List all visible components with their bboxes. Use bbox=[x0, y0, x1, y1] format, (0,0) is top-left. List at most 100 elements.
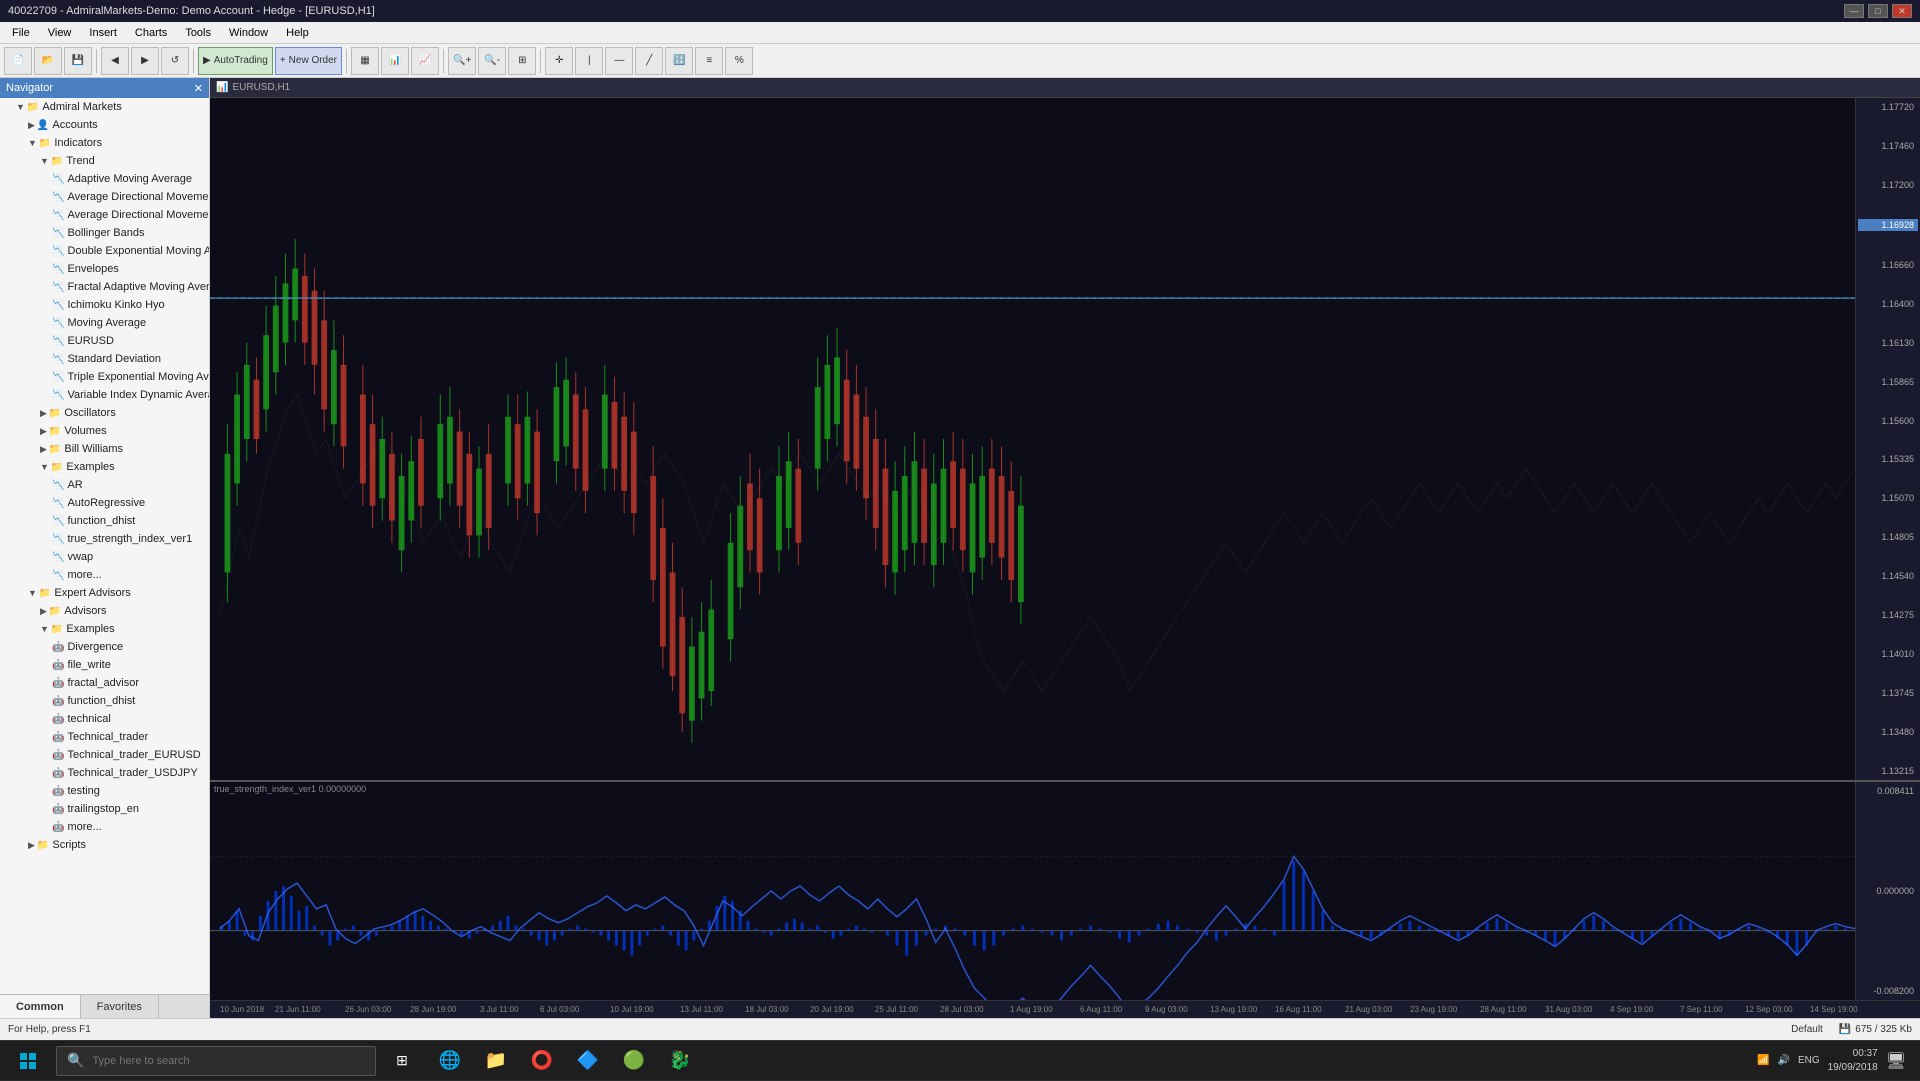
tb-zoom-in[interactable]: 🔍+ bbox=[448, 47, 476, 75]
nav-testing[interactable]: 🤖 testing bbox=[0, 782, 209, 800]
nav-envelopes[interactable]: 📉 Envelopes bbox=[0, 260, 209, 278]
price-chart[interactable]: 1.17720 1.17460 1.17200 1.16928 1.16660 … bbox=[210, 98, 1920, 780]
nav-adaptive-ma[interactable]: 📉 Adaptive Moving Average bbox=[0, 170, 209, 188]
time-label-13: 1 Aug 19:00 bbox=[1010, 1005, 1053, 1014]
tb-more2[interactable]: ≡ bbox=[695, 47, 723, 75]
nav-technical-trader[interactable]: 🤖 Technical_trader bbox=[0, 728, 209, 746]
nav-fractal-advisor[interactable]: 🤖 fractal_advisor bbox=[0, 674, 209, 692]
price-1.16130: 1.16130 bbox=[1858, 338, 1918, 348]
nav-vwap[interactable]: 📉 vwap bbox=[0, 548, 209, 566]
nav-frama-label: Fractal Adaptive Moving Averag bbox=[67, 281, 209, 293]
taskbar-app5[interactable]: 🟢 bbox=[612, 1041, 656, 1081]
nav-divergence[interactable]: 🤖 Divergence bbox=[0, 638, 209, 656]
tb-percent[interactable]: % bbox=[725, 47, 753, 75]
nav-volumes[interactable]: ▶ 📁 Volumes bbox=[0, 422, 209, 440]
time-scale: 10 Jun 2018 21 Jun 11:00 26 Jun 03:00 28… bbox=[210, 1000, 1920, 1018]
taskbar-explorer[interactable]: 📁 bbox=[474, 1041, 518, 1081]
menu-file[interactable]: File bbox=[4, 25, 38, 41]
tb-new[interactable]: 📄 bbox=[4, 47, 32, 75]
minimize-button[interactable]: — bbox=[1844, 4, 1864, 18]
tb-forward[interactable]: ▶ bbox=[131, 47, 159, 75]
nav-admiral-markets[interactable]: ▼ 📁 Admiral Markets bbox=[0, 98, 209, 116]
nav-expert-advisors[interactable]: ▼ 📁 Expert Advisors bbox=[0, 584, 209, 602]
menu-window[interactable]: Window bbox=[221, 25, 276, 41]
nav-stddev[interactable]: 📉 Standard Deviation bbox=[0, 350, 209, 368]
nav-frama[interactable]: 📉 Fractal Adaptive Moving Averag bbox=[0, 278, 209, 296]
nav-tab-favorites[interactable]: Favorites bbox=[81, 995, 159, 1018]
tb-line[interactable]: 📈 bbox=[411, 47, 439, 75]
nav-billwilliams[interactable]: ▶ 📁 Bill Williams bbox=[0, 440, 209, 458]
nav-ma[interactable]: 📉 Moving Average bbox=[0, 314, 209, 332]
tb-refresh[interactable]: ↺ bbox=[161, 47, 189, 75]
tb-hline[interactable]: — bbox=[605, 47, 633, 75]
search-input[interactable] bbox=[92, 1055, 365, 1067]
nav-more-ind[interactable]: 📉 more... bbox=[0, 566, 209, 584]
close-button[interactable]: ✕ bbox=[1892, 4, 1912, 18]
tb-save[interactable]: 💾 bbox=[64, 47, 92, 75]
nav-file-write[interactable]: 🤖 file_write bbox=[0, 656, 209, 674]
taskbar-app6[interactable]: 🐉 bbox=[658, 1041, 702, 1081]
nav-oscillators[interactable]: ▶ 📁 Oscillators bbox=[0, 404, 209, 422]
tb-candle[interactable]: 📊 bbox=[381, 47, 409, 75]
nav-tab-common[interactable]: Common bbox=[0, 995, 81, 1018]
nav-indicators[interactable]: ▼ 📁 Indicators bbox=[0, 134, 209, 152]
nav-autoregressive[interactable]: 📉 AutoRegressive bbox=[0, 494, 209, 512]
tb-zoom-out[interactable]: 🔍- bbox=[478, 47, 506, 75]
nav-trailingstop[interactable]: 🤖 trailingstop_en bbox=[0, 800, 209, 818]
taskbar-ie[interactable]: 🌐 bbox=[428, 1041, 472, 1081]
tb-grid[interactable]: ⊞ bbox=[508, 47, 536, 75]
tb-period[interactable]: | bbox=[575, 47, 603, 75]
taskbar-app4[interactable]: 🔷 bbox=[566, 1041, 610, 1081]
tb-crosshair[interactable]: ✛ bbox=[545, 47, 573, 75]
menu-help[interactable]: Help bbox=[278, 25, 317, 41]
nav-adx1[interactable]: 📉 Average Directional Movement I bbox=[0, 188, 209, 206]
nav-ichimoku[interactable]: 📉 Ichimoku Kinko Hyo bbox=[0, 296, 209, 314]
nav-accounts[interactable]: ▶ 👤 Accounts bbox=[0, 116, 209, 134]
nav-scripts[interactable]: ▶ 📁 Scripts bbox=[0, 836, 209, 854]
taskbar-search[interactable]: 🔍 bbox=[56, 1046, 376, 1076]
nav-adx2[interactable]: 📉 Average Directional Movement I bbox=[0, 206, 209, 224]
maximize-button[interactable]: □ bbox=[1868, 4, 1888, 18]
nav-dema[interactable]: 📉 Double Exponential Moving Aver bbox=[0, 242, 209, 260]
nav-tema[interactable]: 📉 Triple Exponential Moving Avera bbox=[0, 368, 209, 386]
navigator-close-icon[interactable]: ✕ bbox=[194, 82, 203, 95]
taskview-button[interactable]: ⊞ bbox=[380, 1041, 424, 1081]
nav-tsi[interactable]: 📉 true_strength_index_ver1 bbox=[0, 530, 209, 548]
menu-insert[interactable]: Insert bbox=[81, 25, 125, 41]
nav-vida[interactable]: 📉 Variable Index Dynamic Average bbox=[0, 386, 209, 404]
tb-bar[interactable]: ▦ bbox=[351, 47, 379, 75]
tray-notification[interactable]: 🖥 bbox=[1886, 1051, 1906, 1071]
nav-technical[interactable]: 🤖 technical bbox=[0, 710, 209, 728]
time-label-15: 9 Aug 03:00 bbox=[1145, 1005, 1188, 1014]
tb-trendline[interactable]: ╱ bbox=[635, 47, 663, 75]
nav-trend[interactable]: ▼ 📁 Trend bbox=[0, 152, 209, 170]
nav-bollinger[interactable]: 📉 Bollinger Bands bbox=[0, 224, 209, 242]
nav-ea-function-dhist[interactable]: 🤖 function_dhist bbox=[0, 692, 209, 710]
status-memory: 💾 675 / 325 Kb bbox=[1839, 1024, 1912, 1035]
nav-technical-eurusd[interactable]: 🤖 Technical_trader_EURUSD bbox=[0, 746, 209, 764]
price-1.13480: 1.13480 bbox=[1858, 727, 1918, 737]
taskbar-app3[interactable]: ⭕ bbox=[520, 1041, 564, 1081]
nav-more-ea[interactable]: 🤖 more... bbox=[0, 818, 209, 836]
nav-ar[interactable]: 📉 AR bbox=[0, 476, 209, 494]
nav-examples-ea[interactable]: ▼ 📁 Examples bbox=[0, 620, 209, 638]
nav-billwilliams-label: Bill Williams bbox=[64, 443, 123, 455]
time-label-23: 7 Sep 11:00 bbox=[1680, 1005, 1723, 1014]
tb-back[interactable]: ◀ bbox=[101, 47, 129, 75]
nav-examples-ind[interactable]: ▼ 📁 Examples bbox=[0, 458, 209, 476]
menu-view[interactable]: View bbox=[40, 25, 80, 41]
menu-charts[interactable]: Charts bbox=[127, 25, 175, 41]
oscillator-chart[interactable]: true_strength_index_ver1 0.00000000 bbox=[210, 780, 1920, 1000]
nav-technical-usdjpy[interactable]: 🤖 Technical_trader_USDJPY bbox=[0, 764, 209, 782]
price-1.15600: 1.15600 bbox=[1858, 416, 1918, 426]
tb-more1[interactable]: 🔢 bbox=[665, 47, 693, 75]
nav-parabolic[interactable]: 📉 EURUSD bbox=[0, 332, 209, 350]
tb-neworder[interactable]: +New Order bbox=[275, 47, 342, 75]
indicator-icon-9: 📉 bbox=[52, 318, 64, 329]
start-button[interactable] bbox=[4, 1041, 52, 1081]
menu-tools[interactable]: Tools bbox=[177, 25, 219, 41]
nav-function-dhist[interactable]: 📉 function_dhist bbox=[0, 512, 209, 530]
tb-autotrading[interactable]: ▶AutoTrading bbox=[198, 47, 273, 75]
nav-advisors[interactable]: ▶ 📁 Advisors bbox=[0, 602, 209, 620]
tb-open[interactable]: 📂 bbox=[34, 47, 62, 75]
